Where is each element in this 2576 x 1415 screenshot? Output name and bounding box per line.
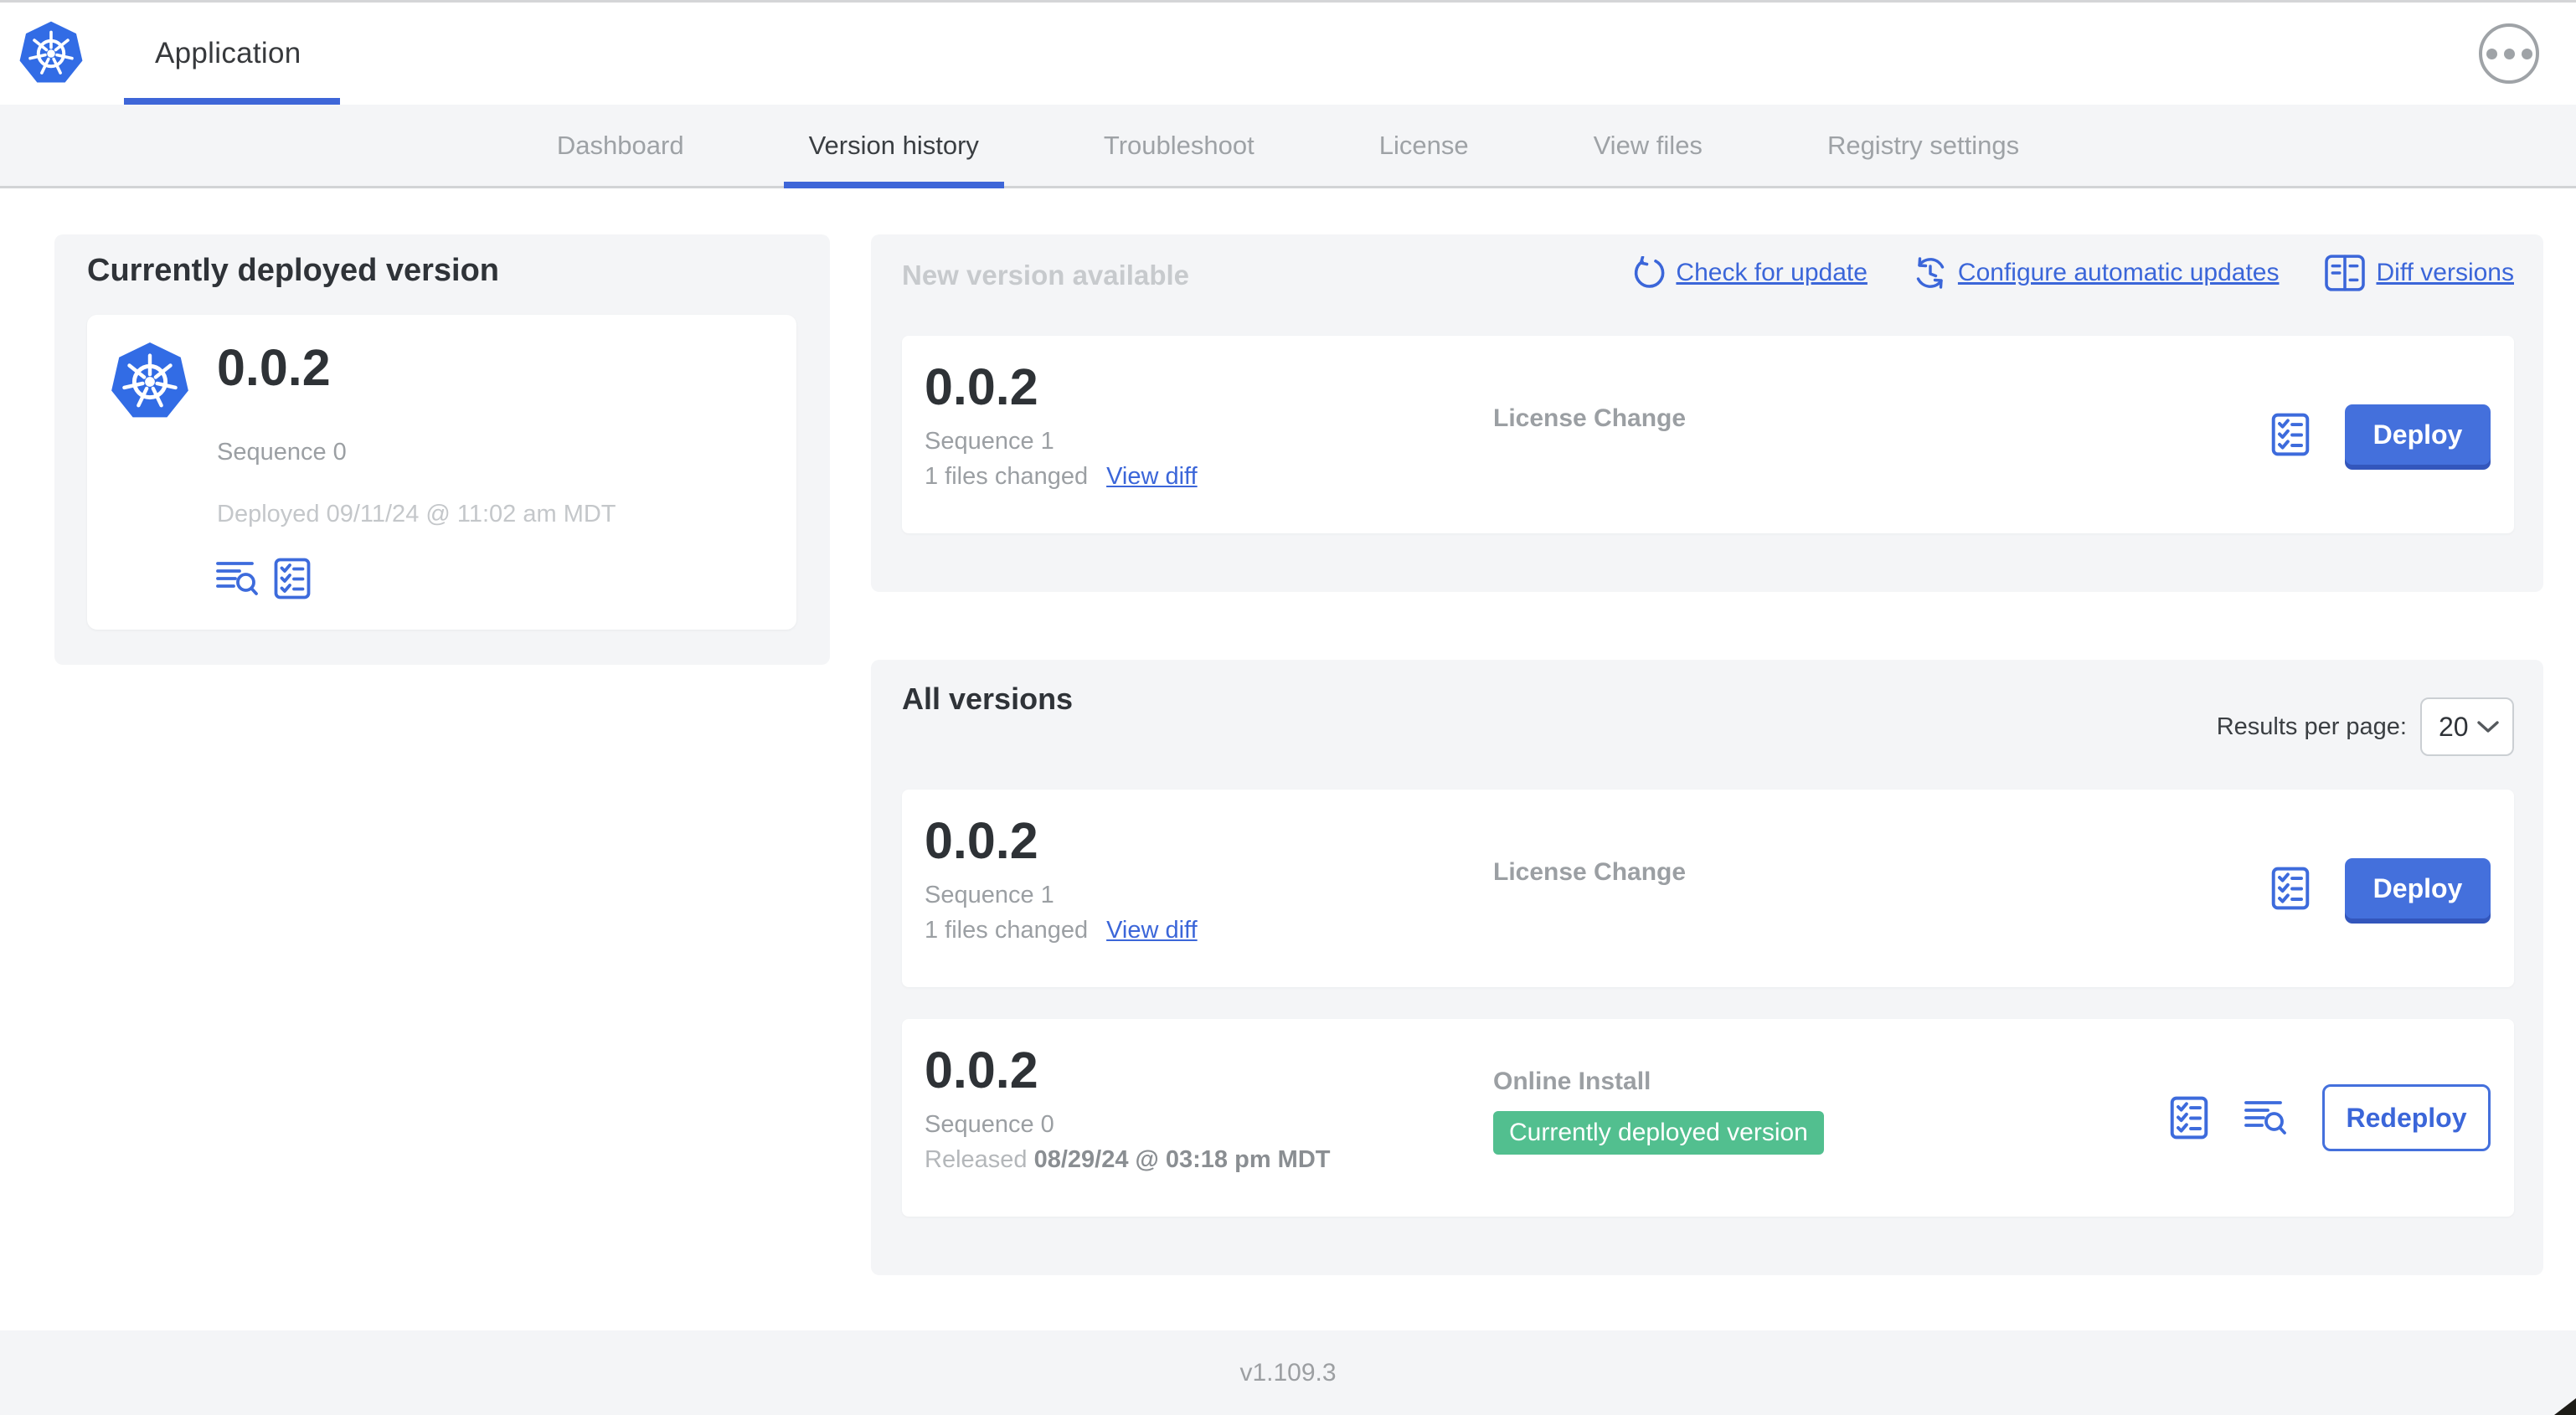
- tab-bar: Dashboard Version history Troubleshoot L…: [0, 105, 2576, 188]
- all-versions-heading: All versions: [902, 682, 1074, 716]
- view-deploy-logs-button[interactable]: [215, 559, 259, 598]
- new-version-heading: New version available: [902, 260, 1190, 291]
- schedule-refresh-icon: [1916, 257, 1945, 289]
- row-version-number: 0.0.2: [925, 812, 1038, 869]
- admin-console-window: Application Dashboard Version history Tr…: [0, 0, 2576, 1415]
- app-footer: v1.109.3: [0, 1330, 2576, 1415]
- row-sequence-label: Sequence 0: [925, 1111, 1054, 1138]
- results-per-page-select[interactable]: 20: [2420, 697, 2514, 756]
- deploy-button[interactable]: Deploy: [2345, 858, 2491, 918]
- redeploy-button[interactable]: Redeploy: [2322, 1084, 2491, 1151]
- preflight-checks-button[interactable]: [2170, 1096, 2208, 1140]
- all-versions-card: All versions Results per page: 20 0.0.2 …: [871, 660, 2543, 1275]
- row-sequence-label: Sequence 1: [925, 882, 1054, 908]
- view-diff-link[interactable]: View diff: [1106, 463, 1198, 490]
- update-actions: Check for update Configure automatic upd…: [1631, 255, 2514, 291]
- current-version-number: 0.0.2: [217, 339, 331, 396]
- refresh-icon: [1635, 256, 1665, 288]
- deploy-button[interactable]: Deploy: [2345, 404, 2491, 465]
- row-version-number: 0.0.2: [925, 358, 1038, 415]
- current-version-actions: [215, 558, 311, 599]
- deployed-timestamp: Deployed 09/11/24 @ 11:02 am MDT: [217, 501, 616, 527]
- view-diff-link[interactable]: View diff: [1106, 917, 1198, 944]
- version-source-label: Online Install: [1493, 1068, 1651, 1095]
- tab-license[interactable]: License: [1379, 105, 1469, 186]
- diff-versions-link[interactable]: Diff versions: [2324, 255, 2514, 291]
- row-version-number: 0.0.2: [925, 1042, 1038, 1099]
- ellipsis-icon: [2486, 48, 2497, 59]
- current-sequence-label: Sequence 0: [217, 439, 347, 466]
- configure-automatic-updates-link[interactable]: Configure automatic updates: [1913, 256, 2279, 290]
- checklist-icon: [2271, 867, 2310, 910]
- application-icon: [109, 341, 191, 423]
- currently-deployed-card: Currently deployed version 0.0.2 Sequenc…: [54, 234, 830, 665]
- chevron-down-icon: [2477, 720, 2499, 733]
- currently-deployed-badge: Currently deployed version: [1493, 1111, 1824, 1155]
- version-row-sequence-1: 0.0.2 Sequence 1 1 files changed View dif…: [902, 790, 2514, 987]
- app-title: Application: [155, 37, 301, 69]
- preflight-checks-button[interactable]: [274, 558, 311, 599]
- new-version-row: 0.0.2 Sequence 1 1 files changed View dif…: [902, 336, 2514, 533]
- diff-icon: [2325, 255, 2366, 291]
- check-for-update-link[interactable]: Check for update: [1631, 256, 1868, 290]
- row-sequence-label: Sequence 1: [925, 428, 1054, 455]
- active-app-underline: [124, 98, 340, 105]
- console-version-label: v1.109.3: [1239, 1358, 1337, 1387]
- view-deploy-logs-button[interactable]: [2244, 1099, 2287, 1137]
- version-row-sequence-0: 0.0.2 Sequence 0 Released 08/29/24 @ 03:…: [902, 1019, 2514, 1217]
- new-version-card: New version available Check for update C…: [871, 234, 2543, 592]
- files-changed-label: 1 files changed: [925, 917, 1089, 944]
- kubernetes-logo-icon: [18, 20, 85, 85]
- tab-dashboard[interactable]: Dashboard: [557, 105, 684, 186]
- mouse-cursor: [2554, 1398, 2576, 1415]
- results-per-page: Results per page: 20: [2217, 697, 2514, 756]
- checklist-icon: [2170, 1096, 2208, 1140]
- tab-view-files[interactable]: View files: [1594, 105, 1703, 186]
- tab-version-history[interactable]: Version history: [783, 105, 1005, 188]
- current-version-panel: 0.0.2 Sequence 0 Deployed 09/11/24 @ 11:…: [87, 315, 796, 630]
- logs-icon: [216, 562, 258, 595]
- tab-troubleshoot[interactable]: Troubleshoot: [1104, 105, 1255, 186]
- app-header: Application: [0, 3, 2576, 105]
- released-timestamp: Released 08/29/24 @ 03:18 pm MDT: [925, 1146, 1331, 1173]
- more-menu-button[interactable]: [2479, 23, 2539, 84]
- currently-deployed-heading: Currently deployed version: [87, 253, 500, 288]
- results-per-page-label: Results per page:: [2216, 713, 2407, 740]
- version-source-label: License Change: [1493, 858, 1687, 886]
- logs-icon: [2244, 1101, 2286, 1135]
- preflight-checks-button[interactable]: [2271, 413, 2310, 456]
- checklist-icon: [2271, 413, 2310, 456]
- results-per-page-value: 20: [2439, 711, 2469, 742]
- version-source-label: License Change: [1493, 404, 1687, 432]
- checklist-icon: [274, 558, 311, 599]
- files-changed-label: 1 files changed: [925, 463, 1089, 490]
- preflight-checks-button[interactable]: [2271, 867, 2310, 910]
- tab-registry-settings[interactable]: Registry settings: [1827, 105, 2019, 186]
